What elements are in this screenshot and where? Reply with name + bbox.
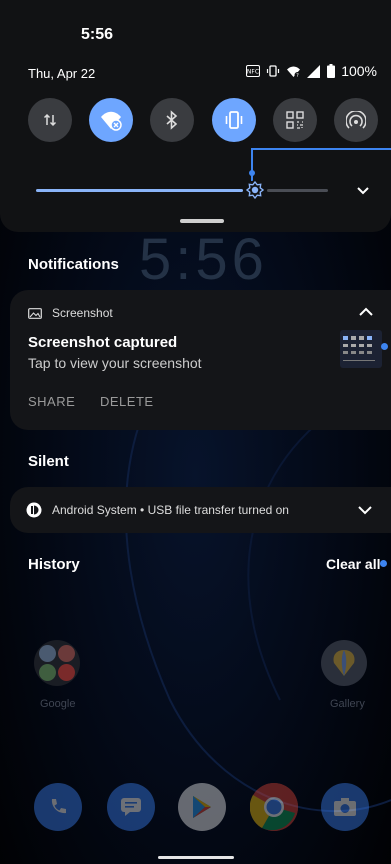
home-apps: Google Gallery xyxy=(0,640,391,720)
screenshot-thumbnail[interactable] xyxy=(340,330,382,368)
status-date: Thu, Apr 22 xyxy=(28,66,96,81)
brightness-slider[interactable] xyxy=(36,180,328,200)
tile-bluetooth[interactable] xyxy=(150,98,195,142)
image-icon xyxy=(28,307,42,319)
selection-dot xyxy=(381,343,388,350)
share-button[interactable]: SHARE xyxy=(28,394,75,409)
signal-icon xyxy=(307,64,321,78)
notification-app-name: Screenshot xyxy=(52,306,113,320)
chevron-down-icon[interactable] xyxy=(356,501,374,519)
brightness-track-filled xyxy=(36,189,243,192)
screenshot-notification[interactable]: Screenshot Screenshot captured Tap to vi… xyxy=(10,290,391,430)
google-label: Google xyxy=(40,698,76,710)
brightness-thumb-icon[interactable] xyxy=(245,180,265,200)
brightness-callout-line xyxy=(249,148,391,181)
notifications-header: Notifications xyxy=(28,256,119,273)
android-system-notification[interactable]: Android System • USB file transfer turne… xyxy=(10,487,391,533)
tile-hotspot[interactable] xyxy=(333,98,378,142)
nfc-icon: NFC xyxy=(246,65,261,77)
svg-text:NFC: NFC xyxy=(247,69,259,76)
android-system-text: Android System • USB file transfer turne… xyxy=(52,503,289,517)
vibrate-icon xyxy=(225,111,242,129)
wifi-off-icon xyxy=(101,111,122,131)
drag-handle[interactable] xyxy=(180,219,224,223)
gmail-app-icon xyxy=(58,645,75,662)
delete-button[interactable]: DELETE xyxy=(100,394,154,409)
play-store-icon[interactable] xyxy=(178,783,226,831)
notification-text: Tap to view your screenshot xyxy=(28,355,202,371)
data-arrows-icon xyxy=(43,113,57,127)
history-header: History xyxy=(28,556,80,573)
tile-qr[interactable] xyxy=(272,98,317,142)
vibrate-icon xyxy=(266,65,280,77)
status-icons: NFC ? 100% xyxy=(246,63,377,79)
screenshot-preview-icon xyxy=(343,336,375,361)
bluetooth-icon xyxy=(166,110,178,130)
youtube-app-icon xyxy=(58,664,75,681)
status-clock: 5:56 xyxy=(81,26,114,43)
notification-app-row: Screenshot xyxy=(28,306,113,320)
messages-icon[interactable] xyxy=(107,783,155,831)
phone-icon[interactable] xyxy=(34,783,82,831)
maps-app-icon xyxy=(39,664,56,681)
wifi-icon: ? xyxy=(286,65,301,78)
clear-all-button[interactable]: Clear all xyxy=(326,556,380,572)
notification-title: Screenshot captured xyxy=(28,334,178,351)
lockscreen-clock: 5:56 xyxy=(139,227,268,292)
battery-icon xyxy=(327,64,336,78)
tile-wifi[interactable] xyxy=(89,98,134,142)
silent-header: Silent xyxy=(28,453,69,470)
battery-percent: 100% xyxy=(341,63,377,79)
chevron-up-icon[interactable] xyxy=(356,302,376,322)
quick-settings-shade: 5:56 Thu, Apr 22 NFC ? 100% xyxy=(0,0,391,232)
tile-data[interactable] xyxy=(28,98,72,142)
gallery-label: Gallery xyxy=(330,698,365,710)
svg-text:?: ? xyxy=(296,73,299,78)
google-app-icon xyxy=(39,645,56,662)
selection-dot xyxy=(380,560,387,567)
qr-code-icon xyxy=(286,111,304,129)
android-system-icon xyxy=(26,502,42,518)
chevron-down-icon xyxy=(357,187,369,195)
brightness-track-empty xyxy=(267,189,328,192)
gesture-nav-bar[interactable] xyxy=(158,856,234,859)
gallery-icon[interactable] xyxy=(321,640,367,686)
expand-settings-button[interactable] xyxy=(352,180,374,202)
camera-icon[interactable] xyxy=(321,783,369,831)
google-folder[interactable] xyxy=(34,640,80,686)
quick-tiles xyxy=(28,98,378,142)
chrome-icon[interactable] xyxy=(250,783,298,831)
android-system-row: Android System • USB file transfer turne… xyxy=(26,502,289,518)
hotspot-icon xyxy=(345,111,366,129)
home-dock xyxy=(0,783,391,839)
tile-vibrate[interactable] xyxy=(211,98,256,142)
